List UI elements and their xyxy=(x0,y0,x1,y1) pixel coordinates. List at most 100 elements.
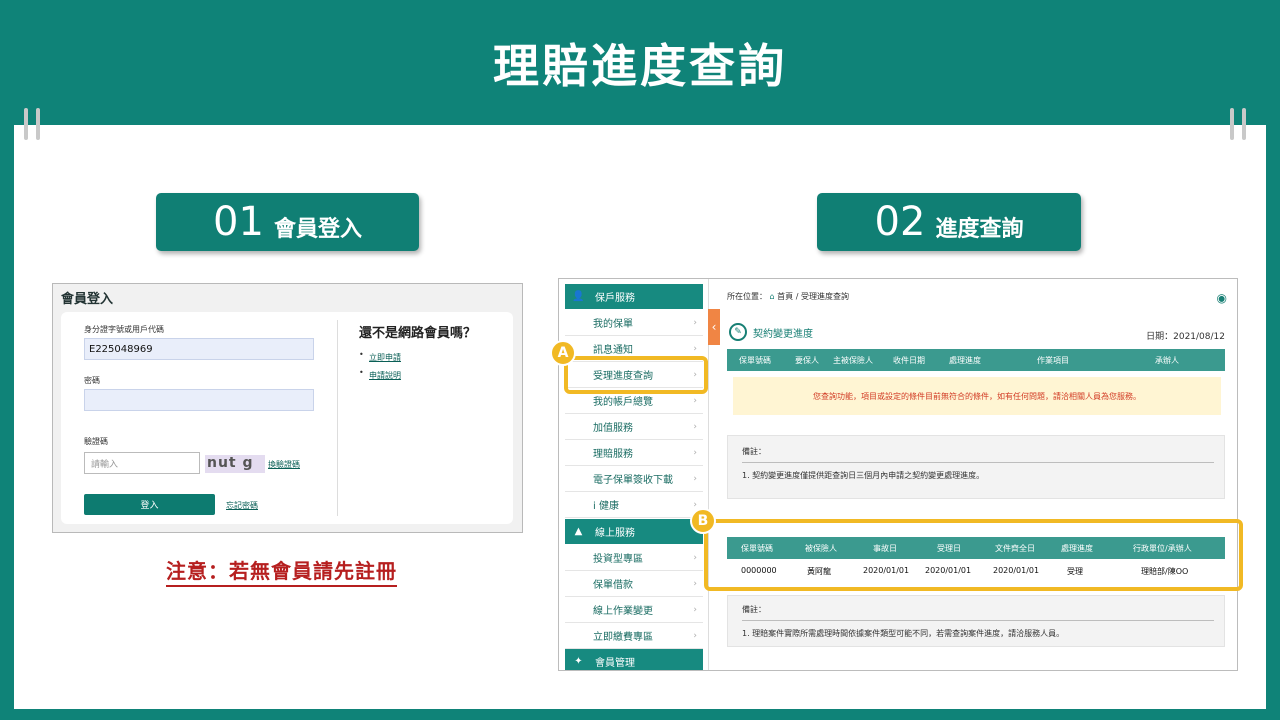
contract-table-header: 保單號碼 要保人 主被保險人 收件日期 處理進度 作業項目 承辦人 xyxy=(727,349,1225,371)
sidebar-item-investment[interactable]: 投資型專區 › xyxy=(565,545,703,571)
bullet-icon: • xyxy=(359,350,364,359)
sidebar-group-member[interactable]: ✦ 會員管理 xyxy=(565,649,703,670)
binder-clip xyxy=(36,108,40,140)
sidebar-item-e-policy[interactable]: 電子保單簽收下載 › xyxy=(565,466,703,492)
column-header: 保單號碼 xyxy=(739,356,771,365)
id-label: 身分證字號或用戶代碼 xyxy=(84,325,164,334)
id-input[interactable]: E225048969 xyxy=(84,338,314,360)
step-label: 進度查詢 xyxy=(935,217,1024,242)
bullet-icon: • xyxy=(359,368,364,377)
sidebar-item-label: 投資型專區 xyxy=(593,554,643,565)
sidebar-item-label: 理賠服務 xyxy=(593,449,633,460)
warning-message: 您查詢功能，項目或設定的條件目前無符合的條件，如有任何問題，請洽相關人員為您服務… xyxy=(733,377,1221,415)
remark-title: 備註： xyxy=(742,605,766,614)
breadcrumb-label: 所在位置： xyxy=(727,292,767,301)
remark-title: 備註： xyxy=(742,447,766,456)
sidebar-item-online-change[interactable]: 線上作業變更 › xyxy=(565,597,703,623)
contract-remark: 備註： 1. 契約變更進度僅提供距查詢日三個月內申請之契約變更處理進度。 xyxy=(727,435,1225,499)
main-content: 所在位置： ⌂ 首頁 / 受理進度查詢 ◉ ✎ 契約變更進度 日期：2021/0… xyxy=(721,279,1237,670)
sidebar-item-label: 我的帳戶總覽 xyxy=(593,397,653,408)
breadcrumb-current: 受理進度查詢 xyxy=(800,292,849,301)
breadcrumb-home[interactable]: 首頁 xyxy=(777,292,793,301)
page-title: 理賠進度查詢 xyxy=(493,39,787,93)
chevron-right-icon: › xyxy=(693,421,697,432)
claim-remark: 備註： 1. 理賠案件實際所需處理時間依據案件類型可能不同，若需查詢案件進度，請… xyxy=(727,595,1225,647)
sidebar-item-health[interactable]: i 健康 › xyxy=(565,492,703,518)
chevron-right-icon: › xyxy=(693,604,697,615)
chart-icon: ▲ xyxy=(574,526,583,537)
sidebar-group-policy[interactable]: 👤 保戶服務 xyxy=(565,284,703,309)
breadcrumb: 所在位置： ⌂ 首頁 / 受理進度查詢 xyxy=(727,291,849,302)
sidebar-item-policies[interactable]: 我的保單 › xyxy=(565,310,703,336)
sidebar-group-online[interactable]: ▲ 線上服務 xyxy=(565,519,703,544)
breadcrumb-separator: / xyxy=(795,292,799,301)
sidebar: 👤 保戶服務 我的保單 › 訊息通知 › 受理進度查詢 › 我的帳戶總覽 › 加值服務 ›… xyxy=(559,279,709,670)
chevron-right-icon: › xyxy=(693,473,697,484)
binder-clip xyxy=(1230,108,1234,140)
column-header: 處理進度 xyxy=(949,356,981,365)
sidebar-item-value-added[interactable]: 加值服務 › xyxy=(565,414,703,440)
user-icon: 👤 xyxy=(572,291,585,302)
section-title-text: 契約變更進度 xyxy=(753,328,813,340)
password-input[interactable] xyxy=(84,389,314,411)
sidebar-item-label: 線上作業變更 xyxy=(593,606,653,617)
highlight-b xyxy=(704,519,1243,591)
chevron-left-icon: ‹ xyxy=(711,320,717,334)
step-badge-login: 01 會員登入 xyxy=(156,193,419,251)
eye-icon[interactable]: ◉ xyxy=(1217,291,1227,305)
edit-icon: ✎ xyxy=(729,323,747,341)
step-number: 01 xyxy=(213,199,264,245)
chevron-right-icon: › xyxy=(693,447,697,458)
login-button[interactable]: 登入 xyxy=(84,494,215,515)
remark-text: 1. 契約變更進度僅提供距查詢日三個月內申請之契約變更處理進度。 xyxy=(742,471,985,480)
chevron-right-icon: › xyxy=(693,395,697,406)
sidebar-item-loan[interactable]: 保單借款 › xyxy=(565,571,703,597)
column-header: 主被保險人 xyxy=(833,356,873,365)
callout-b: B xyxy=(690,508,716,534)
sidebar-item-payment[interactable]: 立即繳費專區 › xyxy=(565,623,703,649)
login-card: 身分證字號或用戶代碼 E225048969 密碼 驗證碼 請輸入 nut g 換… xyxy=(61,312,513,524)
chevron-right-icon: › xyxy=(693,578,697,589)
sidebar-item-claims[interactable]: 理賠服務 › xyxy=(565,440,703,466)
query-date: 日期：2021/08/12 xyxy=(1146,332,1225,342)
sidebar-item-label: i 健康 xyxy=(593,501,619,512)
step-badge-query: 02 進度查詢 xyxy=(817,193,1081,251)
sidebar-item-label: 加值服務 xyxy=(593,423,633,434)
apply-info-link[interactable]: 申請說明 xyxy=(369,370,401,381)
column-header: 作業項目 xyxy=(1037,356,1069,365)
chevron-right-icon: › xyxy=(693,552,697,563)
remark-text: 1. 理賠案件實際所需處理時間依據案件類型可能不同，若需查詢案件進度，請洽服務人… xyxy=(742,629,1065,638)
register-note: 注意：若無會員請先註冊 xyxy=(166,555,397,587)
refresh-captcha-link[interactable]: 換驗證碼 xyxy=(268,459,300,470)
sidebar-group-label: 保戶服務 xyxy=(595,293,635,304)
sidebar-group-label: 會員管理 xyxy=(595,658,635,669)
sidebar-item-label: 電子保單簽收下載 xyxy=(593,475,673,486)
remark-divider xyxy=(742,462,1214,463)
sidebar-item-label: 我的保單 xyxy=(593,319,633,330)
password-label: 密碼 xyxy=(84,376,100,385)
sidebar-item-label: 立即繳費專區 xyxy=(593,632,653,643)
chevron-right-icon: › xyxy=(693,630,697,641)
sidebar-item-label: 保單借款 xyxy=(593,580,633,591)
sidebar-group-label: 線上服務 xyxy=(595,528,635,539)
login-title: 會員登入 xyxy=(61,292,114,307)
highlight-a xyxy=(564,356,708,394)
login-panel: 會員登入 身分證字號或用戶代碼 E225048969 密碼 驗證碼 請輸入 nu… xyxy=(52,283,523,533)
forgot-password-link[interactable]: 忘記密碼 xyxy=(226,500,258,511)
home-icon: ⌂ xyxy=(769,292,775,301)
binder-clip xyxy=(24,108,28,140)
captcha-input[interactable]: 請輸入 xyxy=(84,452,200,474)
apply-now-link[interactable]: 立即申請 xyxy=(369,352,401,363)
progress-panel: 👤 保戶服務 我的保單 › 訊息通知 › 受理進度查詢 › 我的帳戶總覽 › 加值服務 ›… xyxy=(558,278,1238,671)
binder-clip xyxy=(1242,108,1246,140)
column-header: 收件日期 xyxy=(893,356,925,365)
collapse-sidebar-button[interactable]: ‹ xyxy=(708,309,720,345)
sidebar-item-label: 訊息通知 xyxy=(593,345,633,356)
remark-divider xyxy=(742,620,1214,621)
share-icon: ✦ xyxy=(574,656,583,667)
chevron-right-icon: › xyxy=(693,499,697,510)
column-header: 承辦人 xyxy=(1155,356,1179,365)
not-member-title: 還不是網路會員嗎？ xyxy=(359,326,477,341)
step-label: 會員登入 xyxy=(273,217,362,242)
step-number: 02 xyxy=(874,199,926,245)
